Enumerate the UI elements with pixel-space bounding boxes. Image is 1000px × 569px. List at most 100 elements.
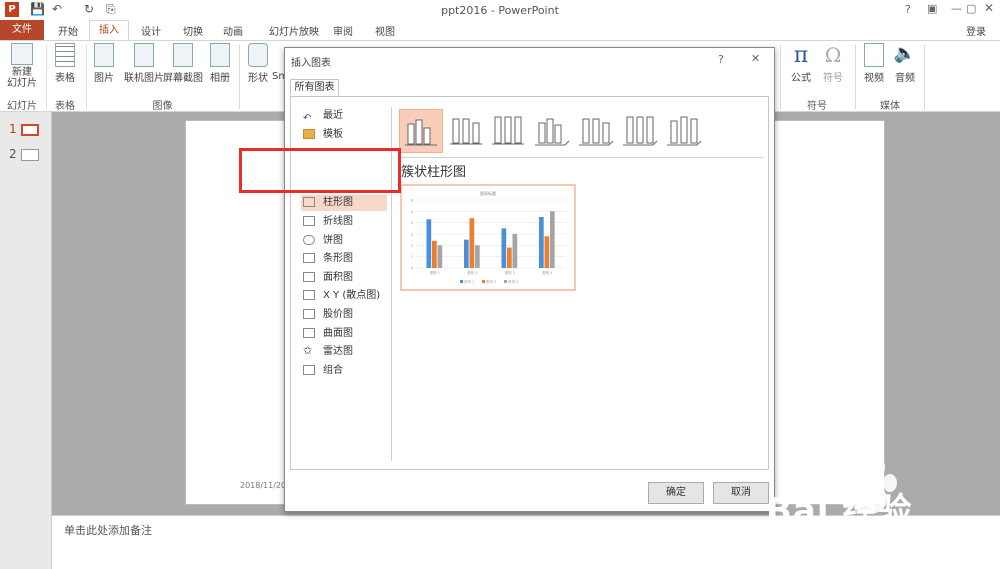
- preview-bar: [550, 211, 555, 268]
- category-label: 雷达图: [323, 346, 353, 357]
- group-slides-label: 幻灯片: [7, 101, 37, 112]
- chart-preview[interactable]: 图表标题 0 1 2 3 4 5 6 类别 1 类别 2 类别 3 类别 4 系列 1 系列 2 系列 3: [400, 184, 576, 291]
- ok-button[interactable]: 确定: [648, 482, 704, 504]
- watermark-logo-text: Bai 经验: [766, 491, 913, 531]
- clustered-column-subtype[interactable]: [399, 109, 443, 153]
- category-label: 折线图: [323, 216, 353, 227]
- video-icon: [864, 43, 884, 67]
- preview-bar: [512, 234, 518, 268]
- equation-button[interactable]: π 公式: [786, 43, 816, 84]
- dialog-close-button[interactable]: ✕: [751, 52, 760, 65]
- preview-bar: [437, 245, 443, 268]
- folder-icon: [303, 129, 315, 139]
- tab-slideshow[interactable]: 幻灯片放映: [262, 23, 326, 38]
- baidu-watermark: Bai 经验 jingyan.baidu.com: [760, 455, 1000, 565]
- preview-xtick: 类别 1: [430, 270, 440, 275]
- category-area[interactable]: 面积图: [303, 269, 353, 287]
- category-combo[interactable]: 组合: [303, 362, 343, 380]
- category-line[interactable]: 折线图: [303, 213, 353, 231]
- tab-review[interactable]: 审阅: [331, 23, 355, 38]
- percent-stacked-column-subtype[interactable]: [487, 109, 527, 153]
- notes-placeholder: 单击此处添加备注: [64, 524, 152, 537]
- ribbon-options-icon[interactable]: ▣: [927, 2, 937, 15]
- 3d-column-icon: [667, 116, 702, 146]
- category-surface[interactable]: 曲面图: [303, 325, 353, 343]
- tab-transitions[interactable]: 切换: [181, 23, 205, 38]
- table-icon: [55, 43, 75, 67]
- slide-date: 2018/11/20: [240, 481, 287, 490]
- category-recent[interactable]: ↶ 最近: [303, 107, 343, 125]
- stock-chart-icon: [303, 309, 315, 319]
- area-chart-icon: [303, 272, 315, 282]
- preview-bar: [426, 219, 432, 268]
- tab-home[interactable]: 开始: [56, 23, 80, 38]
- online-picture-button[interactable]: 联机图片: [120, 43, 168, 84]
- omega-icon: Ω: [824, 43, 842, 67]
- dialog-help-button[interactable]: ?: [718, 53, 724, 66]
- preview-legend-swatch: [460, 280, 463, 283]
- audio-button[interactable]: 🔈 音频: [891, 43, 919, 84]
- album-button[interactable]: 相册: [205, 43, 235, 84]
- restore-button[interactable]: ▢: [966, 2, 976, 15]
- category-pie[interactable]: 饼图: [303, 232, 343, 250]
- pie-chart-icon: [303, 235, 315, 245]
- tab-design[interactable]: 设计: [139, 23, 163, 38]
- 3d-stacked-column-subtype[interactable]: [575, 109, 615, 153]
- category-label: 最近: [323, 110, 343, 121]
- minimize-button[interactable]: —: [951, 2, 962, 15]
- 3d-column-subtype[interactable]: [663, 109, 703, 153]
- 3d-clustered-column-subtype[interactable]: [531, 109, 571, 153]
- slide-thumbnail[interactable]: [21, 149, 39, 161]
- symbol-button[interactable]: Ω 符号: [818, 43, 848, 84]
- tab-view[interactable]: 视图: [373, 23, 397, 38]
- category-scatter[interactable]: X Y (散点图): [303, 287, 380, 305]
- smartart-label: Sm: [272, 71, 284, 82]
- category-bar[interactable]: 条形图: [303, 250, 353, 268]
- percent-stacked-column-icon: [492, 116, 524, 145]
- help-button[interactable]: ?: [905, 3, 911, 16]
- stacked-column-subtype[interactable]: [445, 109, 485, 153]
- preview-ytick: 6: [411, 199, 413, 203]
- category-label: 模板: [323, 129, 343, 140]
- tab-animations[interactable]: 动画: [221, 23, 245, 38]
- close-button[interactable]: ✕: [984, 1, 994, 15]
- 3d-percent-stacked-column-icon: [623, 116, 658, 146]
- preview-bar: [475, 245, 480, 268]
- subtype-row: [399, 109, 764, 155]
- preview-bar: [501, 228, 507, 268]
- screenshot-button[interactable]: 屏幕截图: [162, 43, 204, 84]
- category-stock[interactable]: 股价图: [303, 306, 353, 324]
- dialog-title: 插入图表: [291, 58, 331, 69]
- preview-ytick: 2: [411, 244, 413, 248]
- 3d-percent-stacked-column-subtype[interactable]: [619, 109, 659, 153]
- tab-insert[interactable]: 插入: [89, 20, 129, 41]
- category-radar[interactable]: ✩ 雷达图: [303, 343, 353, 361]
- shapes-icon: [248, 43, 268, 67]
- video-button[interactable]: 视频: [860, 43, 888, 84]
- table-button[interactable]: 表格: [50, 43, 80, 84]
- preview-bar: [469, 218, 475, 268]
- shapes-label: 形状: [248, 73, 268, 84]
- category-label: 柱形图: [323, 197, 353, 208]
- group-media-label: 媒体: [880, 101, 900, 112]
- slide-thumbnail[interactable]: [21, 124, 39, 136]
- shapes-button[interactable]: 形状: [244, 43, 272, 84]
- recent-icon: ↶: [303, 113, 312, 124]
- tab-file[interactable]: 文件: [0, 20, 44, 40]
- category-column[interactable]: 柱形图: [303, 194, 353, 212]
- audio-label: 音频: [895, 73, 915, 84]
- category-label: X Y (散点图): [323, 290, 381, 301]
- preview-xtick: 类别 3: [505, 270, 515, 275]
- stacked-column-icon: [450, 118, 482, 145]
- login-link[interactable]: 登录: [966, 23, 986, 38]
- new-slide-button[interactable]: 新建 幻灯片: [2, 43, 42, 89]
- dialog-title-bar: 插入图表 ? ✕: [285, 48, 774, 70]
- category-label: 条形图: [323, 253, 353, 264]
- category-templates[interactable]: 模板: [303, 126, 343, 144]
- tab-all-charts[interactable]: 所有图表: [290, 79, 339, 96]
- group-images-label: 图像: [152, 101, 173, 112]
- surface-chart-icon: [303, 328, 315, 338]
- picture-button[interactable]: 图片: [90, 43, 118, 84]
- smartart-button[interactable]: Sm: [272, 71, 284, 82]
- preview-legend-label: 系列 3: [508, 279, 518, 284]
